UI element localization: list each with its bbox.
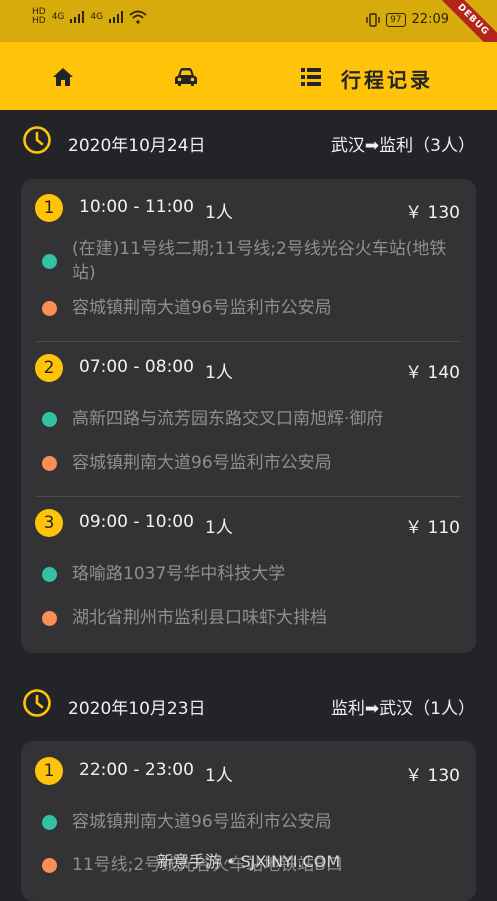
list-icon[interactable] [301,68,321,86]
end-point-dot [42,456,57,471]
trip-index-badge: 1 [35,194,63,222]
trip-price: ￥ 130 [405,766,460,786]
trip-item[interactable]: 1 22:00 - 23:00 1人 ￥ 130 容城镇荆南大道96号监利市公安… [21,741,476,901]
start-address: 珞喻路1037号华中科技大学 [72,564,286,584]
trip-card: 1 22:00 - 23:00 1人 ￥ 130 容城镇荆南大道96号监利市公安… [21,741,476,901]
hd-label-bottom: HD [32,16,46,26]
trip-item[interactable]: 2 07:00 - 08:00 1人 ￥ 140 高新四路与流芳园东路交叉口南旭… [35,341,462,496]
start-point-dot [42,567,57,582]
start-address: (在建)11号线二期;11号线;2号线光谷火车站(地铁站) [72,239,447,283]
start-address: 容城镇荆南大道96号监利市公安局 [72,812,332,832]
page-title[interactable]: 行程记录 [341,64,433,93]
clock-icon [23,689,51,717]
day-date: 2020年10月23日 [68,699,206,719]
trip-people: 1人 [205,766,233,786]
status-bar: HD HD 4G 4G 97 22:09 DEBUG [0,0,497,60]
signal-1-label: 4G [51,11,65,22]
wifi-icon [129,10,147,24]
start-address: 高新四路与流芳园东路交叉口南旭辉·御府 [72,409,384,429]
trip-price: ￥ 110 [405,518,460,538]
start-point-dot [42,254,57,269]
trip-people: 1人 [205,203,233,223]
day-date: 2020年10月24日 [68,136,206,156]
trip-item[interactable]: 3 09:00 - 10:00 1人 ￥ 110 珞喻路1037号华中科技大学 … [35,496,462,653]
day-header: 2020年10月24日 武汉➡监利（3人） [0,111,497,171]
signal-icon [70,11,85,23]
trip-index-badge: 3 [35,509,63,537]
status-left: HD HD 4G 4G [32,8,147,26]
status-time: 22:09 [411,12,449,27]
status-right: 97 22:09 [366,12,449,27]
car-icon[interactable] [174,67,198,87]
day-route: 监利➡武汉（1人） [330,699,475,719]
end-address: 湖北省荆州市监利县口味虾大排档 [72,608,327,628]
vibrate-icon [366,12,380,27]
end-point-dot [42,611,57,626]
day-header: 2020年10月23日 监利➡武汉（1人） [0,674,497,734]
start-point-dot [42,412,57,427]
trip-time: 10:00 - 11:00 [79,197,194,217]
trip-time: 09:00 - 10:00 [79,512,194,532]
hd-labels: HD HD [32,8,46,26]
trip-time: 22:00 - 23:00 [79,760,194,780]
trip-people: 1人 [205,518,233,538]
signal-icon [109,11,124,23]
end-address: 容城镇荆南大道96号监利市公安局 [72,453,332,473]
clock-icon [23,126,51,154]
trip-price: ￥ 130 [405,203,460,223]
trip-time: 07:00 - 08:00 [79,357,194,377]
day-route: 武汉➡监利（3人） [330,136,475,156]
day-group: 2020年10月23日 监利➡武汉（1人） [0,674,497,734]
battery-level: 97 [386,12,406,27]
start-point-dot [42,815,57,830]
watermark: 新意手游 • SJXINYI.COM [156,852,341,871]
day-group: 2020年10月24日 武汉➡监利（3人） [0,111,497,171]
trip-index-badge: 2 [35,354,63,382]
signal-2-label: 4G [90,11,104,22]
trip-price: ￥ 140 [405,363,460,383]
trip-people: 1人 [205,363,233,383]
top-navigation: 行程记录 [0,42,497,110]
end-address: 容城镇荆南大道96号监利市公安局 [72,298,332,318]
trip-item[interactable]: 1 10:00 - 11:00 1人 ￥ 130 (在建)11号线二期;11号线… [21,179,476,341]
trip-card: 1 10:00 - 11:00 1人 ￥ 130 (在建)11号线二期;11号线… [21,179,476,653]
home-icon[interactable] [52,66,74,88]
trip-index-badge: 1 [35,757,63,785]
end-point-dot [42,301,57,316]
